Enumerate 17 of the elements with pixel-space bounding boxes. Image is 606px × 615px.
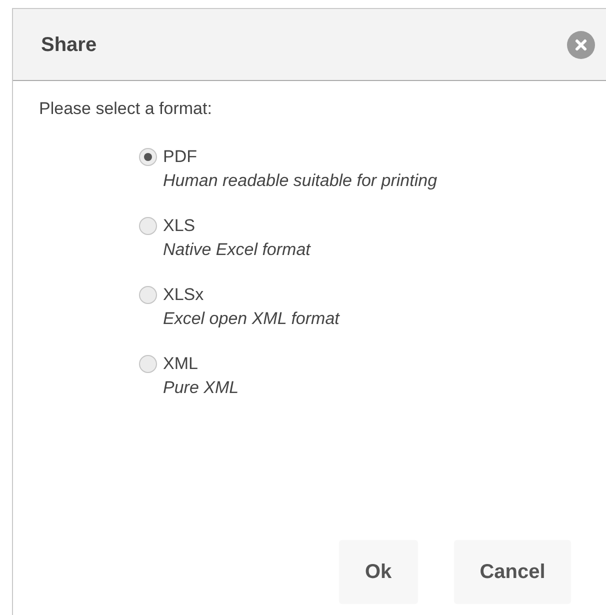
format-label: PDF (163, 146, 198, 168)
dialog-button[interactable]: Ok (339, 540, 418, 604)
radio-button[interactable] (139, 217, 157, 235)
close-icon[interactable] (567, 30, 595, 58)
format-description: Pure XML (163, 377, 239, 399)
format-description: Excel open XML format (163, 308, 340, 330)
dialog-button[interactable]: Cancel (454, 540, 572, 604)
format-label: XLS (163, 215, 196, 237)
radio-button[interactable] (139, 148, 157, 166)
radio-button[interactable] (139, 355, 157, 373)
prompt-text: Please select a format: (39, 98, 213, 120)
radio-button[interactable] (139, 286, 157, 304)
dialog-title: Share (41, 32, 97, 58)
format-description: Human readable suitable for printing (163, 170, 438, 192)
format-description: Native Excel format (163, 239, 310, 261)
format-label: XML (163, 353, 199, 375)
format-label: XLSx (163, 284, 205, 306)
